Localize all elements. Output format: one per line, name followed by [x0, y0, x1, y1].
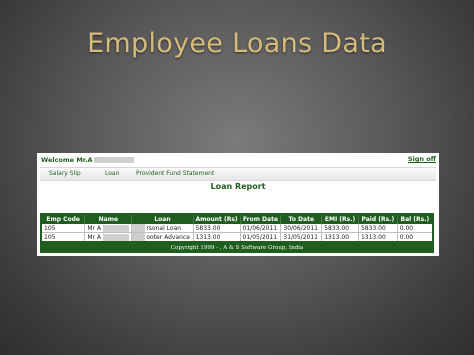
redacted-name [93, 157, 134, 163]
cell-emp-code: 105 [41, 232, 86, 243]
header-name: Name [84, 214, 133, 224]
cell-to-date: 30/06/2011 [280, 224, 323, 233]
web-app-panel: Welcome Mr.A Sign off Salary Slip Loan P… [37, 153, 439, 256]
cell-to-date: 31/05/2011 [280, 232, 323, 243]
table-row: 105 Mr A ooter Advance 1313.00 01/05/201… [41, 232, 434, 243]
header-emi: EMI (Rs.) [321, 214, 359, 224]
sign-off-link[interactable]: Sign off [408, 155, 436, 163]
cell-name-text: Mr A [87, 224, 102, 232]
report-title: Loan Report [210, 182, 266, 191]
redacted-loan-prefix [132, 224, 146, 232]
nav-bar: Salary Slip Loan Provident Fund Statemen… [40, 167, 436, 181]
cell-name: Mr A [84, 224, 133, 233]
cell-amount: 1313.00 [193, 232, 241, 243]
nav-salary-slip[interactable]: Salary Slip [49, 170, 81, 177]
cell-from-date: 01/06/2011 [240, 224, 282, 233]
cell-emi: 5833.00 [321, 224, 359, 233]
header-loan: Loan [131, 214, 194, 224]
slide-title: Employee Loans Data [87, 28, 387, 59]
cell-paid: 1313.00 [358, 232, 398, 243]
cell-amount: 5833.00 [193, 224, 241, 233]
nav-provident-fund-statement[interactable]: Provident Fund Statement [136, 170, 214, 177]
cell-emp-code: 105 [41, 224, 86, 233]
header-from-date: From Date [240, 214, 282, 224]
header-amount: Amount (Rs) [193, 214, 241, 224]
cell-emi: 1313.00 [321, 232, 359, 243]
header-emp-code: Emp Code [41, 214, 86, 224]
cell-balance: 0.00 [397, 224, 434, 233]
copyright-footer: Copyright 1999 - , A & S Software Group,… [40, 243, 434, 253]
welcome-text: Welcome Mr.A [41, 156, 93, 164]
redacted-name [103, 233, 130, 241]
header-balance: Bal (Rs.) [397, 214, 434, 224]
loan-table: Emp Code Name Loan Amount (Rs) From Date… [40, 213, 434, 243]
cell-loan: rsonal Loan [131, 224, 194, 233]
nav-loan[interactable]: Loan [105, 170, 119, 177]
table-header-row: Emp Code Name Loan Amount (Rs) From Date… [41, 214, 434, 224]
header-paid: Paid (Rs.) [358, 214, 398, 224]
cell-balance: 0.00 [397, 232, 434, 243]
cell-loan: ooter Advance [131, 232, 194, 243]
cell-paid: 5833.00 [358, 224, 398, 233]
redacted-name [103, 224, 130, 232]
header-to-date: To Date [280, 214, 323, 224]
redacted-loan-prefix [132, 233, 146, 241]
cell-from-date: 01/05/2011 [240, 232, 282, 243]
cell-name-text: Mr A [87, 233, 102, 241]
table-row: 105 Mr A rsonal Loan 5833.00 01/06/2011 … [41, 224, 434, 233]
cell-name: Mr A [84, 232, 133, 243]
welcome-message: Welcome Mr.A [41, 156, 134, 164]
